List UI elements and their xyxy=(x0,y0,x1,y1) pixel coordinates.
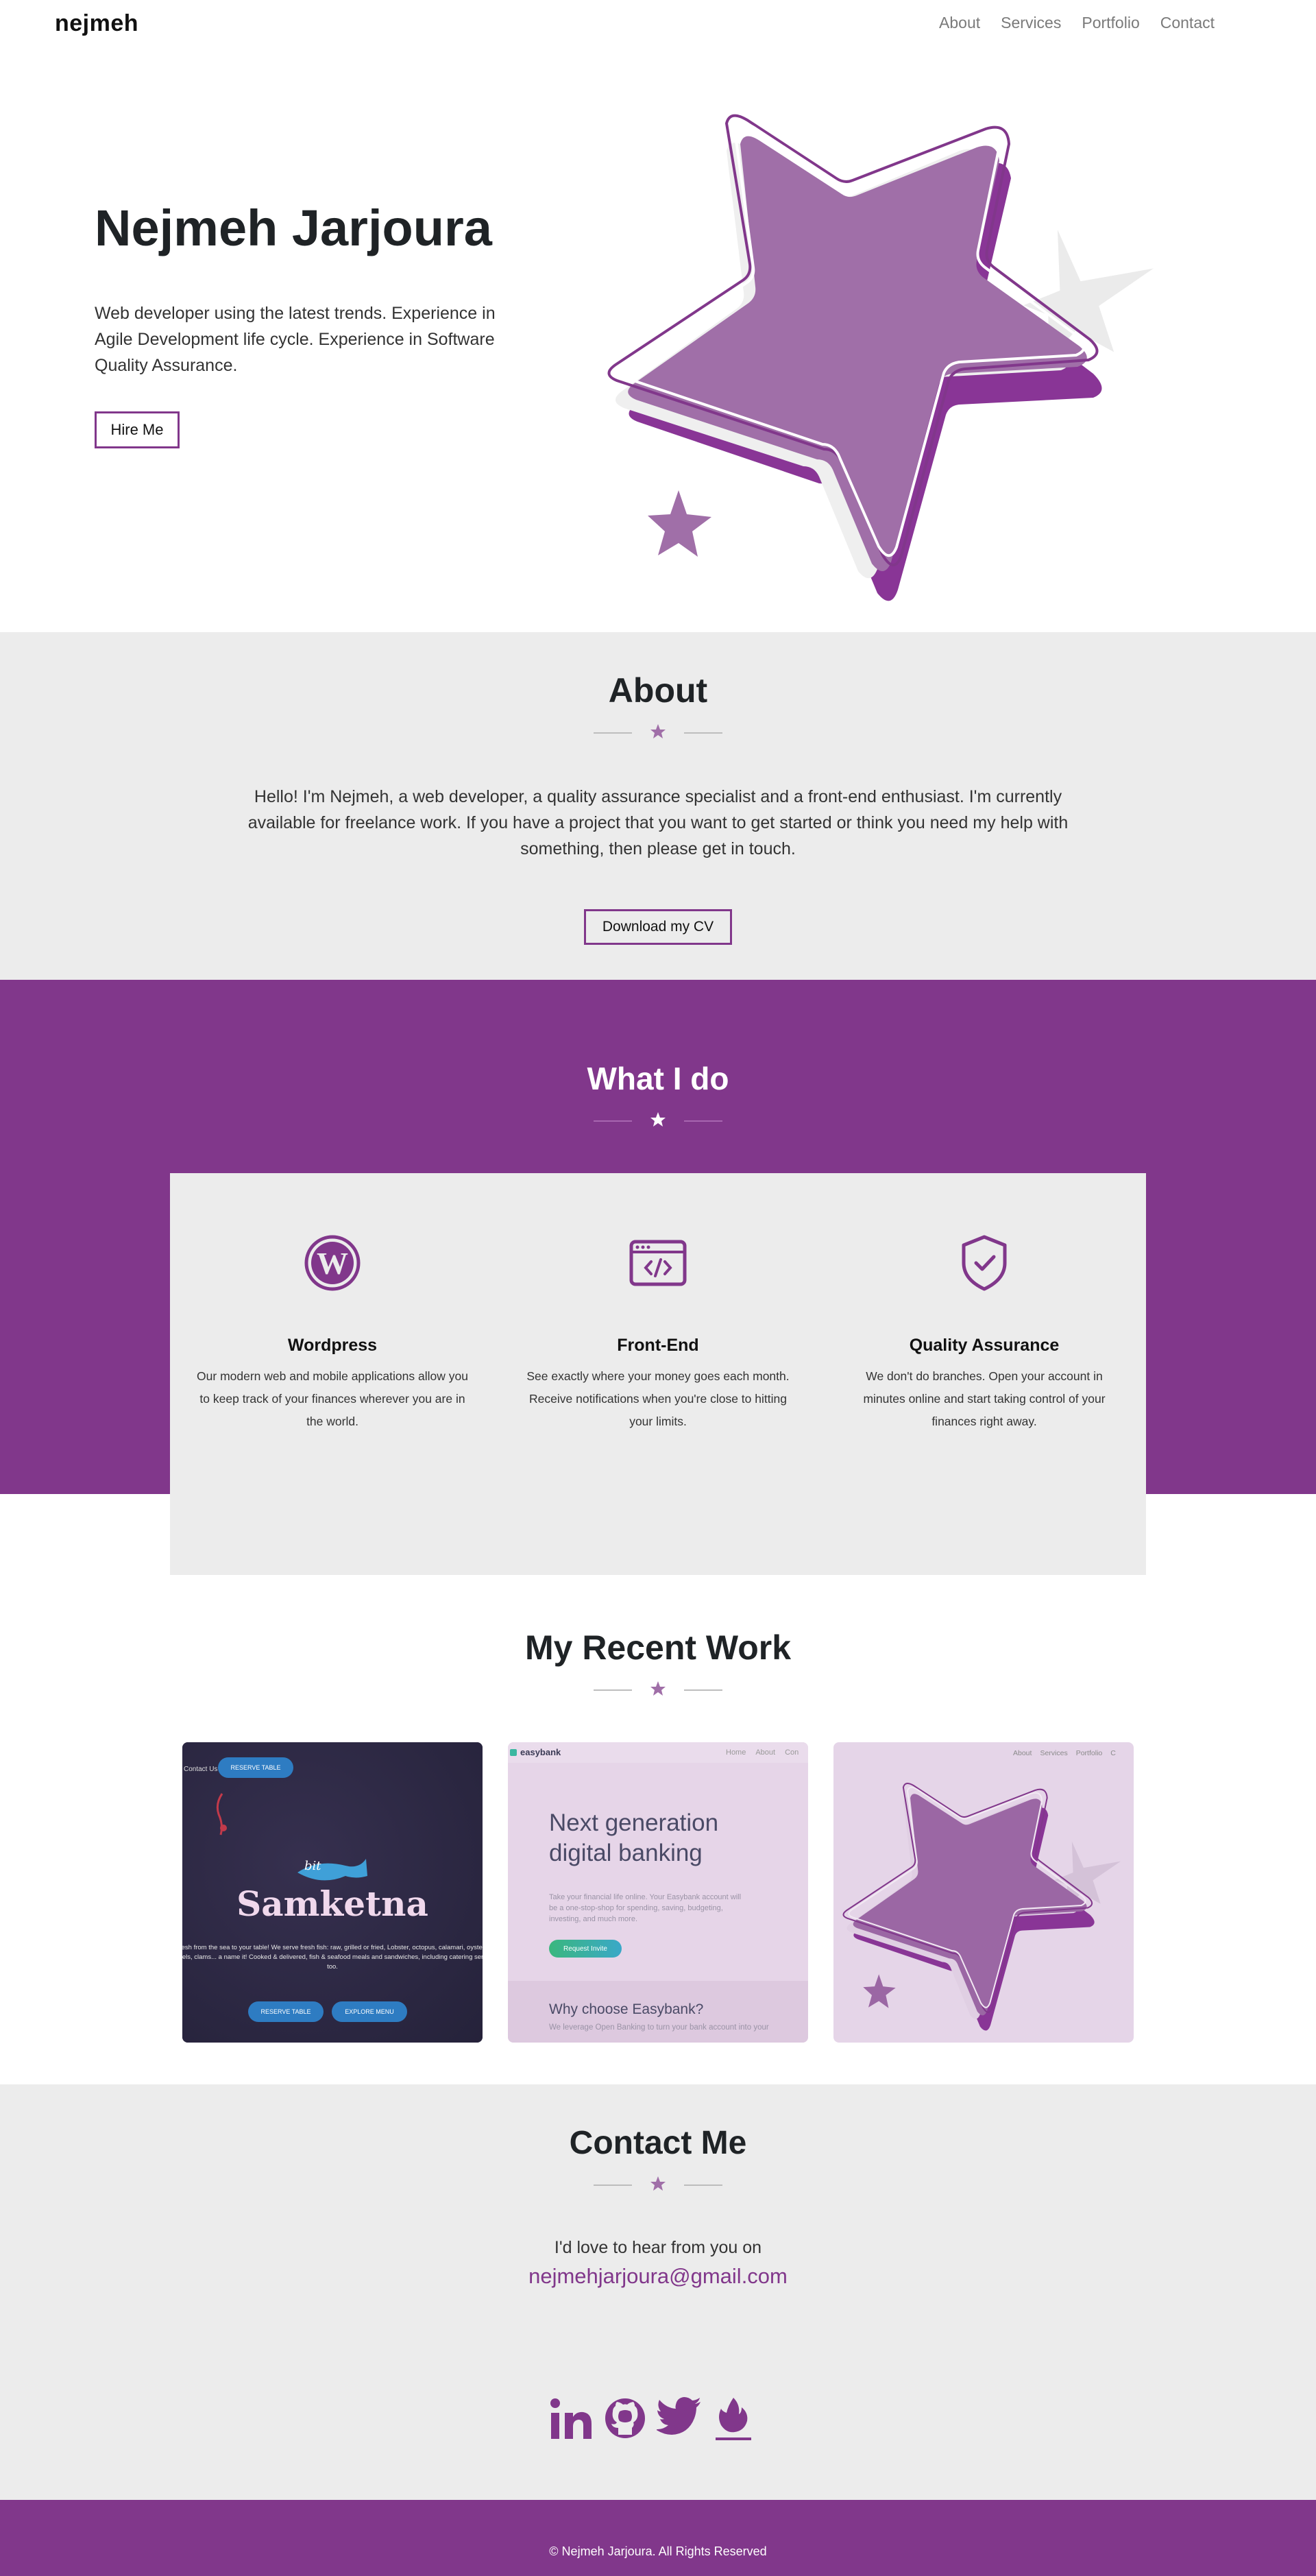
portfolio-star-illustration xyxy=(842,1783,1121,2031)
service-qa: Quality Assurance We don't do branches. … xyxy=(847,1336,1121,1433)
easybank-nav: Home About Con xyxy=(726,1748,799,1757)
portfolio-nav-about[interactable]: About xyxy=(1013,1749,1032,1757)
service-title: Quality Assurance xyxy=(909,1336,1060,1355)
shield-check-icon xyxy=(962,1235,1007,1291)
hero-title: Nejmeh Jarjoura xyxy=(95,200,492,256)
services-title: What I do xyxy=(587,1061,729,1096)
nav-links: About Services Portfolio Contact xyxy=(939,14,1215,32)
about-text: Hello! I'm Nejmeh, a web developer, a qu… xyxy=(247,787,1069,858)
service-text: See exactly where your money goes each m… xyxy=(526,1369,790,1428)
service-title: Front-End xyxy=(617,1336,699,1355)
codepen-flame-icon[interactable] xyxy=(713,2396,754,2442)
work-thumb-easybank[interactable]: easybank Home About Con Next generation … xyxy=(508,1742,808,2043)
service-title: Wordpress xyxy=(287,1336,378,1355)
samketna-nav-text: Contact Us xyxy=(184,1766,218,1773)
services-divider xyxy=(594,1111,722,1131)
wordpress-icon: W xyxy=(304,1235,361,1291)
samketna-explore-button[interactable]: EXPLORE MENU xyxy=(332,2001,407,2022)
easybank-nav-about[interactable]: About xyxy=(755,1748,775,1757)
hire-me-button[interactable]: Hire Me xyxy=(95,411,180,448)
nav-link-contact[interactable]: Contact xyxy=(1160,14,1215,32)
samketna-description: Fresh from the sea to your table! We ser… xyxy=(182,1944,483,1971)
divider-star-icon xyxy=(650,1112,666,1127)
samketna-fish-logo-icon: bit xyxy=(297,1859,367,1881)
small-star-shape xyxy=(648,490,711,557)
service-frontend: Front-End See exactly where your money g… xyxy=(521,1336,795,1433)
easybank-subheading: Why choose Easybank? xyxy=(549,2001,704,2017)
contact-divider xyxy=(594,2175,722,2195)
divider-star-icon xyxy=(650,1681,666,1696)
easybank-request-invite-button[interactable]: Request Invite xyxy=(549,1940,622,1958)
github-icon[interactable] xyxy=(603,2396,647,2440)
lobster-icon xyxy=(216,1793,227,1835)
easybank-nav-home[interactable]: Home xyxy=(726,1748,746,1757)
hero-star-illustration xyxy=(607,114,1154,601)
samketna-reserve-top-button[interactable]: RESERVE TABLE xyxy=(218,1757,293,1778)
portfolio-nav: About Services Portfolio C xyxy=(1013,1749,1116,1757)
easybank-body: Take your financial life online. Your Ea… xyxy=(549,1893,742,1923)
nav-link-portfolio[interactable]: Portfolio xyxy=(1082,14,1139,32)
footer-copyright: © Nejmeh Jarjoura. All Rights Reserved xyxy=(549,2544,767,2558)
samketna-logo-text: Samketna xyxy=(236,1883,428,1924)
footer xyxy=(0,2500,1316,2576)
work-thumb-portfolio[interactable]: About Services Portfolio C xyxy=(833,1742,1134,2043)
easybank-logo-icon xyxy=(510,1749,517,1756)
svg-text:bit: bit xyxy=(304,1859,321,1873)
hero-description: Web developer using the latest trends. E… xyxy=(95,304,496,375)
brand-logo[interactable]: nejmeh xyxy=(55,10,138,37)
nav-link-about[interactable]: About xyxy=(939,14,980,32)
code-window-icon xyxy=(629,1240,687,1286)
contact-title: Contact Me xyxy=(569,2125,747,2161)
work-thumb-samketna[interactable]: Contact Us RESERVE TABLE bit Samketna Fr… xyxy=(182,1742,483,2043)
work-title: My Recent Work xyxy=(524,1628,792,1667)
top-navbar: nejmeh About Services Portfolio Contact xyxy=(0,0,1316,49)
samketna-reserve-button[interactable]: RESERVE TABLE xyxy=(248,2001,324,2022)
divider-star-icon xyxy=(650,724,666,738)
svg-text:W: W xyxy=(317,1246,348,1281)
portfolio-nav-contact[interactable]: C xyxy=(1110,1749,1116,1757)
download-cv-button[interactable]: Download my CV xyxy=(584,909,732,945)
work-divider xyxy=(594,1680,722,1700)
easybank-brand: easybank xyxy=(520,1747,561,1757)
easybank-subtext: We leverage Open Banking to turn your ba… xyxy=(549,2023,769,2032)
about-divider xyxy=(594,723,722,743)
portfolio-nav-portfolio[interactable]: Portfolio xyxy=(1076,1749,1103,1757)
portfolio-nav-services[interactable]: Services xyxy=(1040,1749,1067,1757)
twitter-icon[interactable] xyxy=(657,2396,702,2437)
easybank-headline: Next generation digital banking xyxy=(549,1809,719,1866)
easybank-nav-contact[interactable]: Con xyxy=(785,1748,799,1757)
contact-text: I'd love to hear from you on xyxy=(554,2238,762,2257)
main-star-shape xyxy=(628,136,1087,572)
divider-star-icon xyxy=(650,2176,666,2191)
service-text: Our modern web and mobile applications a… xyxy=(197,1369,468,1428)
linkedin-icon[interactable] xyxy=(548,2396,594,2442)
service-text: We don't do branches. Open your account … xyxy=(863,1369,1106,1428)
service-wordpress: Wordpress Our modern web and mobile appl… xyxy=(195,1336,470,1433)
about-title: About xyxy=(608,671,708,710)
contact-email-link[interactable]: nejmehjarjoura@gmail.com xyxy=(0,2264,1316,2289)
nav-link-services[interactable]: Services xyxy=(1001,14,1061,32)
